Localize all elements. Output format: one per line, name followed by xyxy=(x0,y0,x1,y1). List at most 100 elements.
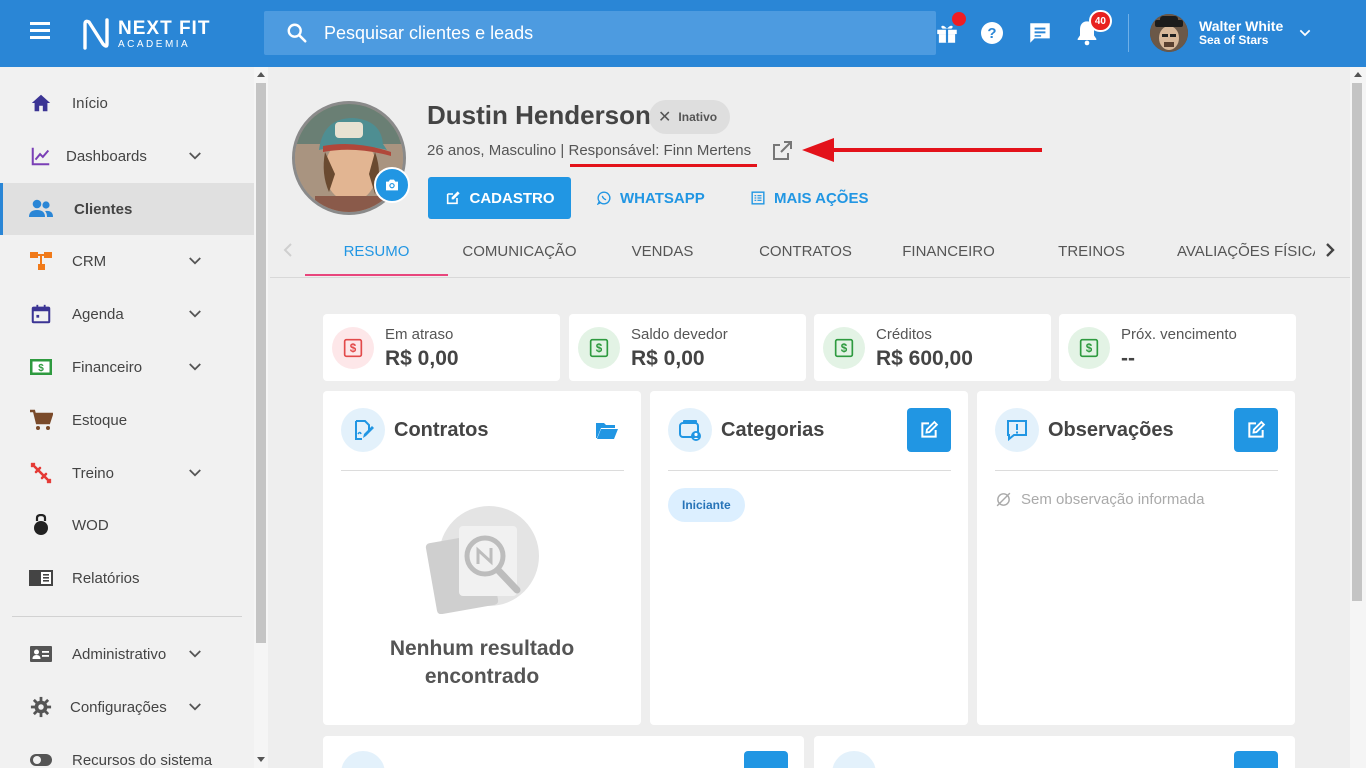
add-button[interactable] xyxy=(1234,751,1278,768)
logo-icon xyxy=(83,18,109,50)
client-responsible: Responsável: Finn Mertens xyxy=(568,142,752,159)
home-icon xyxy=(28,90,54,116)
user-org: Sea of Stars xyxy=(1199,33,1269,48)
summary-card-em-atraso: $ Em atraso R$ 0,00 xyxy=(323,314,560,381)
sidebar-item-administrativo[interactable]: Administrativo xyxy=(0,628,254,680)
tab-comunicacao[interactable]: COMUNICAÇÃO xyxy=(448,226,591,276)
open-responsible-link[interactable] xyxy=(770,139,794,168)
tab-bar: RESUMO COMUNICAÇÃO VENDAS CONTRATOS FINA… xyxy=(270,226,1350,278)
help-button[interactable]: ? xyxy=(977,18,1007,48)
sidebar-item-inicio[interactable]: Início xyxy=(0,77,254,129)
search-input[interactable] xyxy=(324,22,884,44)
tab-contratos[interactable]: CONTRATOS xyxy=(734,226,877,276)
main-scrollbar[interactable] xyxy=(1350,67,1366,768)
categorias-panel: Categorias Iniciante xyxy=(650,391,968,725)
scroll-down-arrow-icon[interactable] xyxy=(257,757,265,762)
scroll-up-arrow-icon[interactable] xyxy=(1354,72,1362,77)
user-avatar xyxy=(1150,14,1188,52)
sidebar-scroll-thumb[interactable] xyxy=(256,83,266,643)
svg-text:$: $ xyxy=(841,342,848,355)
category-chip[interactable]: Iniciante xyxy=(668,488,745,522)
add-button[interactable] xyxy=(744,751,788,768)
contract-icon xyxy=(341,408,385,452)
summary-card-creditos: $ Créditos R$ 600,00 xyxy=(814,314,1051,381)
tab-financeiro[interactable]: FINANCEIRO xyxy=(877,226,1020,276)
sidebar-item-crm[interactable]: CRM xyxy=(0,235,254,287)
crm-flow-icon xyxy=(28,248,54,274)
more-actions-button[interactable]: MAIS AÇÕES xyxy=(751,177,868,219)
svg-text:$: $ xyxy=(1086,342,1093,355)
list-icon xyxy=(751,191,765,205)
edit-categories-button[interactable] xyxy=(907,408,951,452)
sidebar-item-financeiro[interactable]: $ Financeiro xyxy=(0,341,254,393)
sidebar-item-estoque[interactable]: Estoque xyxy=(0,394,254,446)
kettlebell-icon xyxy=(28,512,54,538)
help-icon: ? xyxy=(981,22,1003,44)
categorias-title: Categorias xyxy=(721,419,825,441)
folder-open-icon[interactable] xyxy=(595,420,619,440)
sidebar-item-configuracoes[interactable]: Configurações xyxy=(0,681,254,733)
red-underline-annotation xyxy=(570,164,757,167)
search-icon xyxy=(287,23,307,43)
tab-resumo[interactable]: RESUMO xyxy=(305,226,448,276)
summary-card-prox-vencimento: $ Próx. vencimento -- xyxy=(1059,314,1296,381)
user-menu[interactable]: Walter White Sea of Stars xyxy=(1150,14,1313,52)
calendar-icon xyxy=(28,301,54,327)
sidebar-divider xyxy=(12,616,242,617)
cadastro-button[interactable]: CADASTRO xyxy=(428,177,571,219)
money-icon: $ xyxy=(578,327,620,369)
whatsapp-icon xyxy=(597,191,611,205)
edit-observations-button[interactable] xyxy=(1234,408,1278,452)
sidebar-item-treino[interactable]: Treino xyxy=(0,447,254,499)
search-bar[interactable] xyxy=(264,11,936,55)
money-icon: $ xyxy=(28,354,54,380)
sidebar-item-wod[interactable]: WOD xyxy=(0,499,254,551)
sidebar-item-agenda[interactable]: Agenda xyxy=(0,288,254,340)
sidebar-item-relatorios[interactable]: Relatórios xyxy=(0,552,254,604)
menu-icon[interactable] xyxy=(30,22,58,44)
summary-card-saldo-devedor: $ Saldo devedor R$ 0,00 xyxy=(569,314,806,381)
chevron-right-icon[interactable] xyxy=(1322,240,1338,260)
cart-icon xyxy=(28,407,54,433)
notifications-button[interactable]: 40 xyxy=(1072,10,1112,48)
logo-title: NEXT FIT xyxy=(118,17,211,39)
report-icon xyxy=(28,565,54,591)
close-icon: ✕ xyxy=(658,109,672,126)
chevron-left-icon[interactable] xyxy=(280,240,296,260)
tab-treinos[interactable]: TREINOS xyxy=(1020,226,1163,276)
main-scroll-thumb[interactable] xyxy=(1352,83,1362,601)
chevron-down-icon xyxy=(189,310,201,318)
bottom-panel-right xyxy=(814,736,1295,768)
contratos-panel: Contratos Nenhum resultado encontrado xyxy=(323,391,641,725)
observacoes-panel: Observações Sem observação informada xyxy=(977,391,1295,725)
id-card-icon xyxy=(28,641,54,667)
sidebar-scrollbar[interactable] xyxy=(254,67,268,768)
sidebar-item-clientes[interactable]: Clientes xyxy=(0,183,254,235)
change-photo-button[interactable] xyxy=(374,167,410,203)
messages-button[interactable] xyxy=(1025,18,1055,48)
gift-button[interactable] xyxy=(932,12,966,48)
notifications-badge: 40 xyxy=(1088,10,1112,32)
money-icon: $ xyxy=(332,327,374,369)
svg-text:$: $ xyxy=(38,363,44,374)
tab-avaliacoes[interactable]: AVALIAÇÕES FÍSICA xyxy=(1163,226,1315,276)
svg-text:$: $ xyxy=(596,342,603,355)
money-icon: $ xyxy=(823,327,865,369)
chevron-down-icon xyxy=(189,152,201,160)
observacoes-title: Observações xyxy=(1048,419,1174,441)
sidebar-item-dashboards[interactable]: Dashboards xyxy=(0,130,254,182)
scroll-up-arrow-icon[interactable] xyxy=(257,72,265,77)
logo[interactable]: NEXT FIT ACADEMIA xyxy=(82,17,210,51)
chat-icon xyxy=(1030,23,1050,43)
sidebar-item-recursos[interactable]: Recursos do sistema xyxy=(0,734,254,768)
sidebar: Início Dashboards Clientes CRM Agenda $ … xyxy=(0,67,254,768)
contratos-title: Contratos xyxy=(394,419,489,441)
tab-vendas[interactable]: VENDAS xyxy=(591,226,734,276)
gift-notification-dot xyxy=(952,12,966,26)
chevron-down-icon xyxy=(189,469,201,477)
logo-subtitle: ACADEMIA xyxy=(118,38,191,50)
whatsapp-button[interactable]: WHATSAPP xyxy=(597,177,705,219)
empty-state-text: Nenhum resultado encontrado xyxy=(389,637,575,688)
toolbar-divider xyxy=(1128,14,1129,52)
panel-icon xyxy=(832,751,876,768)
